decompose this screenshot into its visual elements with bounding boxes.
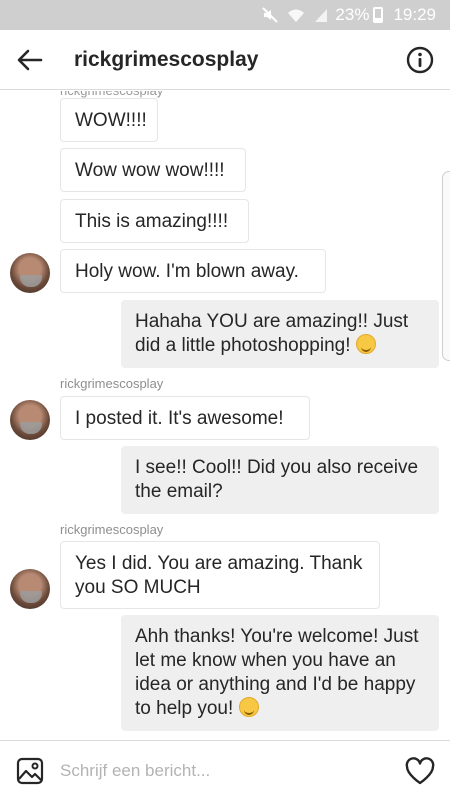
info-button[interactable] [390, 30, 450, 90]
message-bubble-received[interactable]: Yes I did. You are amazing. Thank you SO… [60, 541, 380, 609]
back-button[interactable] [0, 30, 60, 90]
message-bubble-received[interactable]: This is amazing!!!! [60, 199, 249, 243]
message-bubble-received[interactable]: Holy wow. I'm blown away. [60, 249, 326, 293]
message-text: WOW!!!! [75, 110, 147, 131]
message-thread[interactable]: rickgrimescosplay WOW!!!! Wow wow wow!!!… [0, 91, 450, 739]
message-text: Ahh thanks! You're welcome! Just let me … [135, 626, 419, 719]
mute-icon [261, 6, 279, 24]
heart-icon [405, 756, 435, 784]
status-bar: 23% 19:29 [0, 0, 450, 30]
avatar[interactable] [10, 400, 50, 440]
hugging-emoji [238, 697, 259, 717]
sender-label: rickgrimescosplay [60, 522, 164, 537]
gallery-button[interactable] [0, 741, 60, 800]
message-bubble-sent[interactable]: Hahaha YOU are amazing!! Just did a litt… [121, 300, 439, 368]
sender-label-cut: rickgrimescosplay [60, 91, 163, 98]
message-text: I see!! Cool!! Did you also receive the … [135, 457, 419, 502]
sender-label: rickgrimescosplay [60, 376, 164, 391]
battery-icon [373, 7, 384, 23]
clock: 19:29 [393, 5, 436, 24]
conversation-header: rickgrimescosplay [0, 30, 450, 90]
message-bubble-received[interactable]: I posted it. It's awesome! [60, 396, 310, 440]
conversation-title[interactable]: rickgrimescosplay [74, 48, 390, 72]
message-text: Holy wow. I'm blown away. [75, 261, 299, 282]
avatar[interactable] [10, 569, 50, 609]
battery-percentage: 23% [335, 5, 370, 24]
info-icon [406, 46, 434, 73]
message-text: I posted it. It's awesome! [75, 408, 284, 429]
message-bubble-sent[interactable]: Ahh thanks! You're welcome! Just let me … [121, 615, 439, 731]
message-text: This is amazing!!!! [75, 211, 229, 232]
message-bubble-received[interactable]: Wow wow wow!!!! [60, 148, 246, 192]
avatar[interactable] [10, 253, 50, 293]
scroll-indicator[interactable] [442, 171, 450, 361]
gallery-icon [16, 757, 44, 784]
like-button[interactable] [390, 741, 450, 800]
message-text: Wow wow wow!!!! [75, 160, 225, 181]
message-input[interactable] [60, 750, 390, 791]
wifi-icon [287, 7, 305, 23]
grinning-sweat-emoji [355, 334, 376, 354]
signal-icon [313, 7, 329, 23]
message-bubble-sent[interactable]: I see!! Cool!! Did you also receive the … [121, 446, 439, 514]
message-bubble-received[interactable]: WOW!!!! [60, 98, 158, 142]
message-composer [0, 740, 450, 800]
message-text: Yes I did. You are amazing. Thank you SO… [75, 553, 363, 598]
back-arrow-icon [17, 49, 43, 70]
